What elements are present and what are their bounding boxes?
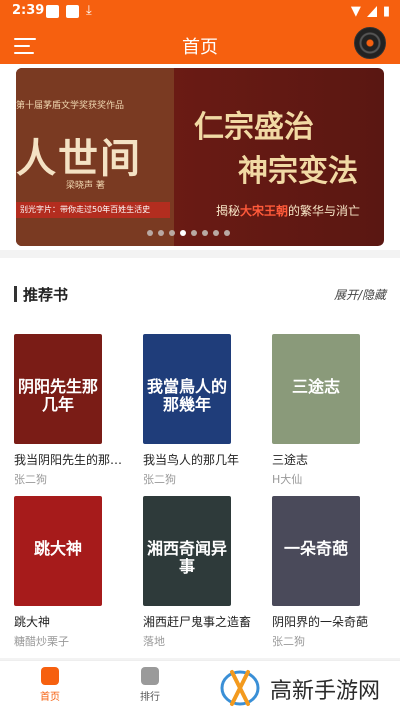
battery-icon: ▮ [382,4,390,19]
nav-home-label: 首页 [40,692,60,703]
banner-left-panel: 第十届茅盾文学奖获奖作品 人世间 梁晓声 著 别光字片：带你走过50年百姓生活史 [16,68,174,246]
book-cover[interactable]: 阴阳先生那几年 [14,334,102,444]
download-icon: ⤓ [86,3,92,18]
book-cover-title: 一朵奇葩 [283,539,348,558]
book-title[interactable]: 我当阴阳先生的那几年 [14,451,126,468]
carousel-dot[interactable] [213,230,219,236]
banner-author: 梁晓声 著 [66,181,105,191]
carousel-indicator[interactable] [147,230,230,236]
notification-icon [46,5,59,18]
book-card[interactable]: 阴阳先生那几年我当阴阳先生的那几年张二狗 [10,330,128,488]
nav-home[interactable]: 首页 [20,667,80,703]
book-cover-title: 湘西奇闻异事 [146,539,227,576]
recommend-section: 推荐书 展开/隐藏 阴阳先生那几年 我当阴阳先生的那几年 张二狗 我當鳥人的那幾年 我当… [0,258,400,658]
book-cover[interactable]: 跳大神 [14,496,102,606]
banner-right-title-2: 神宗变法 [238,154,358,189]
book-cover[interactable]: 湘西奇闻异事 [143,496,231,606]
book-author: 张二狗 [272,635,305,648]
rank-icon [141,667,159,685]
book-cover[interactable]: 一朵奇葩 [272,496,360,606]
carousel-dot[interactable] [147,230,153,236]
carousel-dot[interactable] [202,230,208,236]
book-card[interactable]: 我當鳥人的那幾年我当鸟人的那几年张二狗 [139,330,257,488]
book-title[interactable]: 三途志 [272,451,384,468]
expand-collapse-link[interactable]: 展开/隐藏 [334,286,386,303]
home-icon [41,667,59,685]
banner-left-title: 人世间 [16,135,142,182]
book-title[interactable]: 我当鸟人的那几年 [143,451,255,468]
carousel-dot[interactable] [169,230,175,236]
book-author: 落地 [143,635,165,648]
book-cover[interactable]: 三途志 [272,334,360,444]
book-card[interactable]: 跳大神 跳大神 糖醋炒栗子 [10,492,128,650]
section-marker [14,286,17,302]
banner-section: 第十届茅盾文学奖获奖作品 人世间 梁晓声 著 别光字片：带你走过50年百姓生活史… [0,64,400,250]
carousel-dot[interactable] [224,230,230,236]
book-card[interactable]: 一朵奇葩阴阳界的一朵奇葩张二狗 [268,492,386,650]
vinyl-disc-icon[interactable] [354,27,386,59]
book-cover-title: 跳大神 [33,539,82,558]
banner-subtitle: 揭秘大宋王朝的繁华与消亡 [216,204,361,218]
banner-award-text: 第十届茅盾文学奖获奖作品 [16,101,125,111]
app-bar: 首页 [0,24,400,64]
book-author: 糖醋炒栗子 [14,635,69,648]
book-title[interactable]: 湘西赶尸鬼事之造畜 [143,613,255,630]
section-title: 推荐书 [23,286,69,304]
book-author: H大仙 [272,473,303,486]
nav-rank-label: 排行 [140,692,160,703]
book-cover-title: 我當鳥人的那幾年 [146,377,227,414]
banner-right-title-1: 仁宗盛治 [194,110,314,145]
watermark-logo-icon [220,670,260,706]
book-card[interactable]: 三途志 三途志 H大仙 [268,330,386,488]
watermark: 高新手游网 [200,664,400,710]
carousel-dot[interactable] [158,230,164,236]
nav-rank[interactable]: 排行 [120,667,180,703]
book-title[interactable]: 阴阳界的一朵奇葩 [272,613,384,630]
watermark-text: 高新手游网 [270,679,381,704]
status-bar: 2:39 ⤓ ▼ ▮ [0,0,400,24]
carousel-dot[interactable] [180,230,186,236]
wifi-icon: ▼ [350,4,361,19]
banner-carousel[interactable]: 第十届茅盾文学奖获奖作品 人世间 梁晓声 著 别光字片：带你走过50年百姓生活史… [16,68,384,246]
book-cover-title: 阴阳先生那几年 [17,377,98,414]
page-title: 首页 [182,37,218,58]
book-card[interactable]: 湘西奇闻异事湘西赶尸鬼事之造畜落地 [139,492,257,650]
book-title[interactable]: 跳大神 [14,613,126,630]
book-cover-title: 三途志 [291,377,340,396]
notification-icon [66,5,79,18]
signal-icon [366,6,377,17]
book-author: 张二狗 [143,473,176,486]
book-author: 张二狗 [14,473,47,486]
banner-slogan: 别光字片：带你走过50年百姓生活史 [16,202,170,218]
carousel-dot[interactable] [191,230,197,236]
book-cover[interactable]: 我當鳥人的那幾年 [143,334,231,444]
status-time: 2:39 [12,3,45,18]
